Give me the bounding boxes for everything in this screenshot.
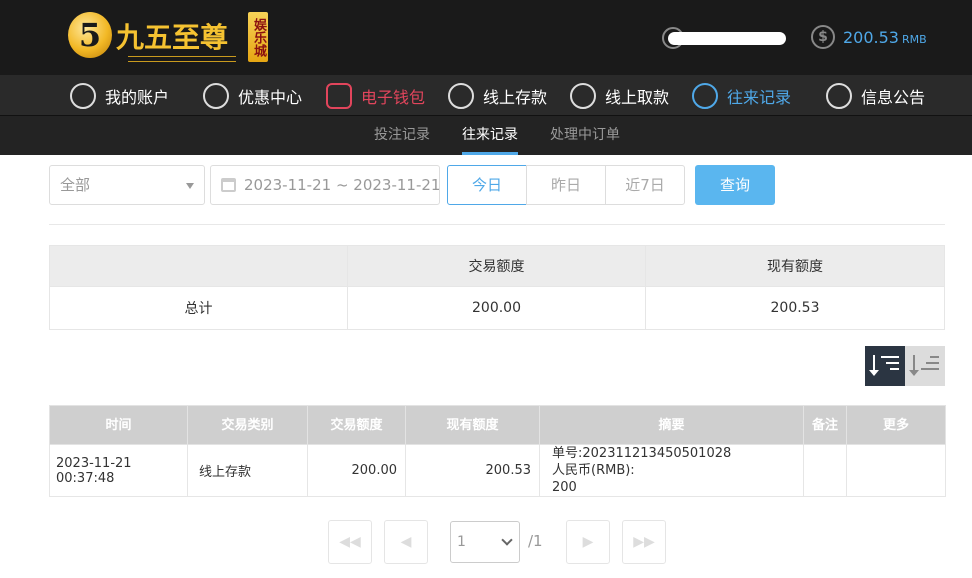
sort-lines-icon xyxy=(921,356,939,374)
column-header-amount: 交易额度 xyxy=(307,405,406,445)
tab-pending-orders[interactable]: 处理中订单 xyxy=(550,116,620,155)
query-button[interactable]: 查询 xyxy=(695,165,775,205)
records-icon xyxy=(692,82,718,109)
summary-header: 现有额度 xyxy=(645,245,945,287)
summary-table: 交易额度 现有额度 总计 200.00 200.53 xyxy=(49,245,945,330)
summary-cell: 200.00 xyxy=(347,286,646,330)
divider xyxy=(49,224,945,225)
last-page-button[interactable]: ▶▶ xyxy=(622,520,666,564)
column-header-time: 时间 xyxy=(49,405,188,445)
sub-nav: 投注记录 往来记录 处理中订单 xyxy=(0,116,972,155)
prev-page-button[interactable]: ◀ xyxy=(384,520,428,564)
summary-value: 200 xyxy=(552,480,577,495)
cell-time: 2023-11-21 00:37:48 xyxy=(49,444,188,497)
category-select[interactable]: 全部 xyxy=(49,165,205,205)
column-header-note: 备注 xyxy=(803,405,847,445)
username-redacted xyxy=(668,32,786,45)
column-header-more: 更多 xyxy=(846,405,946,445)
yesterday-button[interactable]: 昨日 xyxy=(526,165,606,205)
summary-cell: 200.53 xyxy=(645,286,945,330)
arrow-down-icon xyxy=(909,355,919,376)
summary-row: 总计 200.00 200.53 xyxy=(49,286,945,330)
cell-summary: 单号:202311213450501028 人民币(RMB): 200 xyxy=(539,444,804,497)
nav-label: 线上取款 xyxy=(605,87,670,107)
sort-descending-button[interactable] xyxy=(865,346,905,386)
gift-icon xyxy=(203,82,229,109)
nav-label: 我的账户 xyxy=(105,87,170,107)
nav-label: 信息公告 xyxy=(861,87,926,107)
next-page-button[interactable]: ▶ xyxy=(566,520,610,564)
summary-order-no: 单号:202311213450501028 xyxy=(552,446,732,461)
summary-cell: 总计 xyxy=(49,286,348,330)
dollar-icon: $ xyxy=(811,25,835,49)
brand-tag: 娱乐城 xyxy=(248,12,268,62)
caret-down-icon xyxy=(186,183,194,189)
balance-unit: RMB xyxy=(901,33,927,46)
records-table: 时间 交易类别 交易额度 现有额度 摘要 备注 更多 2023-11-21 00… xyxy=(49,405,946,497)
brand-logo[interactable]: 5 九五至尊 娱乐城 xyxy=(68,10,273,66)
cell-note xyxy=(803,444,847,497)
page-total: /1 xyxy=(528,532,543,550)
deposit-icon xyxy=(448,82,474,109)
nav-label: 优惠中心 xyxy=(238,87,303,107)
tab-bet-records[interactable]: 投注记录 xyxy=(374,116,430,155)
date-range-value: 2023-11-21 ~ 2023-11-21 xyxy=(244,176,441,194)
wallet-icon xyxy=(326,82,352,109)
nav-item-promotions[interactable]: 优惠中心 xyxy=(203,75,302,116)
today-button[interactable]: 今日 xyxy=(447,165,527,205)
category-value: 全部 xyxy=(60,176,91,194)
nav-item-withdraw[interactable]: 线上取款 xyxy=(570,75,669,116)
summary-currency: 人民币(RMB): xyxy=(552,463,635,478)
nav-item-my-account[interactable]: 我的账户 xyxy=(70,75,169,116)
brand-name: 九五至尊 xyxy=(116,21,229,54)
summary-header xyxy=(49,245,348,287)
logo-ornament xyxy=(128,56,236,62)
summary-header: 交易额度 xyxy=(347,245,646,287)
sort-lines-icon xyxy=(881,356,899,374)
nav-label: 线上存款 xyxy=(483,87,548,107)
bell-icon xyxy=(826,82,852,109)
logo-mark-icon: 5 xyxy=(68,12,112,58)
column-header-balance: 现有额度 xyxy=(405,405,540,445)
withdraw-icon xyxy=(570,82,596,109)
nav-label: 往来记录 xyxy=(727,87,792,107)
arrow-down-icon xyxy=(869,355,879,376)
nav-item-deposit[interactable]: 线上存款 xyxy=(448,75,547,116)
date-range-input[interactable]: 2023-11-21 ~ 2023-11-21 xyxy=(210,165,440,205)
chevron-down-icon xyxy=(501,534,513,546)
records-header-row: 时间 交易类别 交易额度 现有额度 摘要 备注 更多 xyxy=(49,405,946,445)
user-icon xyxy=(70,82,96,109)
page-select[interactable]: 1 xyxy=(450,521,520,563)
cell-more[interactable] xyxy=(846,444,946,497)
cell-amount: 200.00 xyxy=(307,444,406,497)
nav-item-records[interactable]: 往来记录 xyxy=(692,75,791,116)
nav-label: 电子钱包 xyxy=(361,87,426,107)
first-page-button[interactable]: ◀◀ xyxy=(328,520,372,564)
table-row: 2023-11-21 00:37:48 线上存款 200.00 200.53 单… xyxy=(49,444,946,497)
main-nav: 我的账户 优惠中心 电子钱包 线上存款 线上取款 往来记录 信息公告 xyxy=(0,75,972,116)
balance-value: 200.53 xyxy=(843,28,899,47)
top-header: 5 九五至尊 娱乐城 $ 200.53 RMB xyxy=(0,0,972,75)
column-header-summary: 摘要 xyxy=(539,405,804,445)
cell-type: 线上存款 xyxy=(187,444,308,497)
calendar-icon xyxy=(221,178,236,192)
column-header-type: 交易类别 xyxy=(187,405,308,445)
nav-item-e-wallet[interactable]: 电子钱包 xyxy=(326,75,425,116)
last-7-days-button[interactable]: 近7日 xyxy=(605,165,685,205)
balance-display: 200.53 RMB xyxy=(843,28,927,47)
summary-header-row: 交易额度 现有额度 xyxy=(49,245,945,287)
nav-item-announcements[interactable]: 信息公告 xyxy=(826,75,925,116)
cell-balance: 200.53 xyxy=(405,444,540,497)
page-value: 1 xyxy=(457,534,466,550)
sort-ascending-button[interactable] xyxy=(905,346,945,386)
tab-transaction-records[interactable]: 往来记录 xyxy=(462,116,518,155)
